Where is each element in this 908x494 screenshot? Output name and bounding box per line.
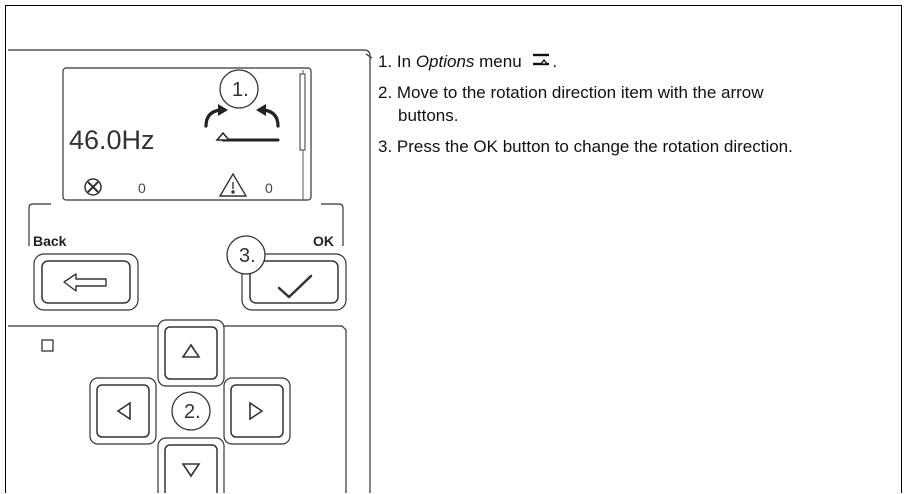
- step1-end: .: [552, 52, 558, 71]
- back-button[interactable]: [33, 253, 139, 311]
- back-label: Back: [33, 233, 67, 249]
- fault-icon: [84, 178, 102, 196]
- callout-1-label: 1.: [232, 79, 249, 101]
- diagram-frame: 46.0Hz 0 0 Back OK 1. 3. 2. 1. In Option…: [5, 5, 902, 493]
- callout-2-label: 2.: [184, 401, 201, 423]
- status-led: [41, 339, 54, 352]
- arrow-down-button[interactable]: [157, 437, 225, 493]
- step2-line2: buttons.: [398, 106, 459, 125]
- warning-icon: [218, 172, 248, 197]
- frequency-readout: 46.0Hz: [69, 125, 155, 155]
- step3-text: 3. Press the OK button to change the rot…: [378, 137, 793, 156]
- warning-count: 0: [265, 180, 273, 196]
- arrow-up-button[interactable]: [157, 319, 225, 387]
- scrollbar-thumb: [299, 73, 306, 151]
- ok-label: OK: [313, 233, 334, 249]
- callout-3-label: 3.: [239, 245, 256, 267]
- arrow-left-button[interactable]: [89, 377, 157, 445]
- step2-line1: 2. Move to the rotation direction item w…: [378, 83, 764, 102]
- rotation-direction-icon: [204, 108, 280, 142]
- fault-count: 0: [138, 180, 146, 196]
- instruction-step-3: 3. Press the OK button to change the rot…: [378, 135, 901, 158]
- instruction-step-1: 1. In Options menu .: [378, 50, 901, 73]
- arrow-right-button[interactable]: [223, 377, 291, 445]
- options-menu-icon: [533, 53, 550, 66]
- step1-menu-name: Options: [415, 52, 475, 71]
- instruction-list: 1. In Options menu . 2. Move to the rota…: [378, 50, 901, 166]
- instruction-step-2: 2. Move to the rotation direction item w…: [378, 81, 901, 127]
- step1-suffix: menu: [474, 52, 522, 71]
- step1-prefix: 1. In: [378, 52, 416, 71]
